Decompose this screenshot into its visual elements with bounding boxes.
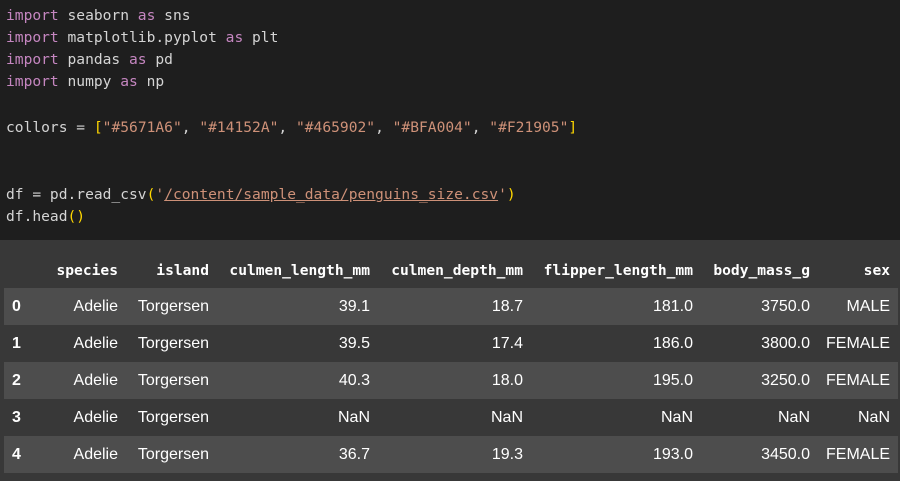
table-cell: NaN — [701, 399, 818, 436]
code-line-1: import seaborn as sns — [6, 6, 191, 26]
comma: , — [181, 119, 200, 136]
table-cell: 18.7 — [378, 288, 531, 325]
keyword: as — [129, 51, 147, 68]
table-header-row: species island culmen_length_mm culmen_d… — [4, 252, 898, 288]
table-cell: Adelie — [40, 325, 126, 362]
string-literal: "#BFA004" — [392, 119, 472, 136]
table-row: 3 Adelie Torgersen NaN NaN NaN NaN NaN — [4, 399, 899, 436]
table-cell: Torgersen — [126, 399, 217, 436]
keyword: as — [120, 73, 138, 90]
column-header-culmen-length: culmen_length_mm — [229, 261, 370, 279]
table-cell: Torgersen — [126, 436, 217, 473]
bracket: ] — [568, 119, 578, 136]
comma: , — [471, 119, 490, 136]
column-header-species: species — [56, 261, 118, 279]
keyword: as — [225, 29, 244, 46]
column-header-body-mass: body_mass_g — [713, 261, 810, 279]
table-cell: Adelie — [40, 436, 126, 473]
table-cell: NaN — [818, 399, 899, 436]
bracket: [ — [93, 119, 103, 136]
csv-path-link[interactable]: /content/sample_data/penguins_size.csv — [164, 186, 498, 203]
table-cell: FEMALE — [818, 325, 899, 362]
table-cell: Adelie — [40, 288, 126, 325]
table-cell: MALE — [818, 288, 899, 325]
string-literal: "#5671A6" — [102, 119, 182, 136]
code-text: seaborn — [58, 7, 138, 24]
table-cell: NaN — [217, 399, 378, 436]
code-line-5: collors = ["#5671A6", "#14152A", "#46590… — [6, 118, 577, 138]
string-literal: "#F21905" — [489, 119, 569, 136]
code-text: collors = — [6, 119, 94, 136]
table-row: 0 Adelie Torgersen 39.1 18.7 181.0 3750.… — [4, 288, 899, 325]
table-cell: 181.0 — [531, 288, 701, 325]
string-quote: ' — [155, 186, 165, 203]
keyword: import — [6, 7, 59, 24]
dataframe-table: species island culmen_length_mm culmen_d… — [4, 252, 899, 473]
table-cell: 36.7 — [217, 436, 378, 473]
table-row: 4 Adelie Torgersen 36.7 19.3 193.0 3450.… — [4, 436, 899, 473]
table-cell: 39.1 — [217, 288, 378, 325]
table-cell: 195.0 — [531, 362, 701, 399]
table-cell: FEMALE — [818, 436, 899, 473]
output-area: species island culmen_length_mm culmen_d… — [0, 240, 900, 481]
bracket: () — [67, 208, 86, 225]
comma: , — [278, 119, 296, 136]
code-line-2: import matplotlib.pyplot as plt — [6, 28, 278, 48]
string-literal: "#14152A" — [199, 119, 279, 136]
row-index: 4 — [4, 436, 40, 473]
code-cell[interactable]: import seaborn as sns import matplotlib.… — [0, 0, 900, 240]
table-cell: 17.4 — [378, 325, 531, 362]
code-text: sns — [155, 7, 191, 24]
table-cell: Torgersen — [126, 325, 217, 362]
table-cell: 39.5 — [217, 325, 378, 362]
keyword: import — [6, 51, 59, 68]
table-cell: 3800.0 — [701, 325, 818, 362]
table-cell: 186.0 — [531, 325, 701, 362]
table-cell: 193.0 — [531, 436, 701, 473]
row-index: 0 — [4, 288, 40, 325]
string-literal: "#465902" — [295, 119, 376, 136]
comma: , — [375, 119, 393, 136]
code-text: df.head — [6, 208, 68, 225]
code-text: pd — [146, 51, 173, 68]
table-cell: Adelie — [40, 399, 126, 436]
table-cell: NaN — [378, 399, 531, 436]
code-line-3: import pandas as pd — [6, 50, 173, 70]
row-index: 1 — [4, 325, 40, 362]
code-text: np — [137, 73, 165, 90]
bracket: ) — [506, 186, 516, 203]
code-text: matplotlib.pyplot — [58, 29, 226, 46]
table-cell: Torgersen — [126, 288, 217, 325]
column-header-island: island — [156, 261, 209, 279]
row-index: 2 — [4, 362, 40, 399]
table-cell: Torgersen — [126, 362, 217, 399]
code-line-6: df = pd.read_csv('/content/sample_data/p… — [6, 185, 516, 205]
row-index: 3 — [4, 399, 40, 436]
code-text: plt — [243, 29, 279, 46]
column-header-sex: sex — [863, 261, 891, 279]
table-cell: FEMALE — [818, 362, 899, 399]
column-header-flipper-length: flipper_length_mm — [543, 261, 693, 279]
table-cell: 3250.0 — [701, 362, 818, 399]
table-cell: 3750.0 — [701, 288, 818, 325]
keyword: as — [137, 7, 156, 24]
code-line-4: import numpy as np — [6, 72, 164, 92]
table-row: 1 Adelie Torgersen 39.5 17.4 186.0 3800.… — [4, 325, 899, 362]
code-text: numpy — [58, 73, 121, 90]
table-cell: 18.0 — [378, 362, 531, 399]
index-header — [4, 252, 40, 288]
table-cell: Adelie — [40, 362, 126, 399]
code-text: df = pd.read_csv — [6, 186, 147, 203]
table-cell: 19.3 — [378, 436, 531, 473]
string-quote: ' — [498, 186, 507, 203]
table-cell: 3450.0 — [701, 436, 818, 473]
table-cell: NaN — [531, 399, 701, 436]
keyword: import — [6, 29, 59, 46]
column-header-culmen-depth: culmen_depth_mm — [391, 261, 523, 279]
keyword: import — [6, 73, 59, 90]
table-cell: 40.3 — [217, 362, 378, 399]
table-row: 2 Adelie Torgersen 40.3 18.0 195.0 3250.… — [4, 362, 899, 399]
code-line-7: df.head() — [6, 207, 85, 227]
code-text: pandas — [58, 51, 130, 68]
